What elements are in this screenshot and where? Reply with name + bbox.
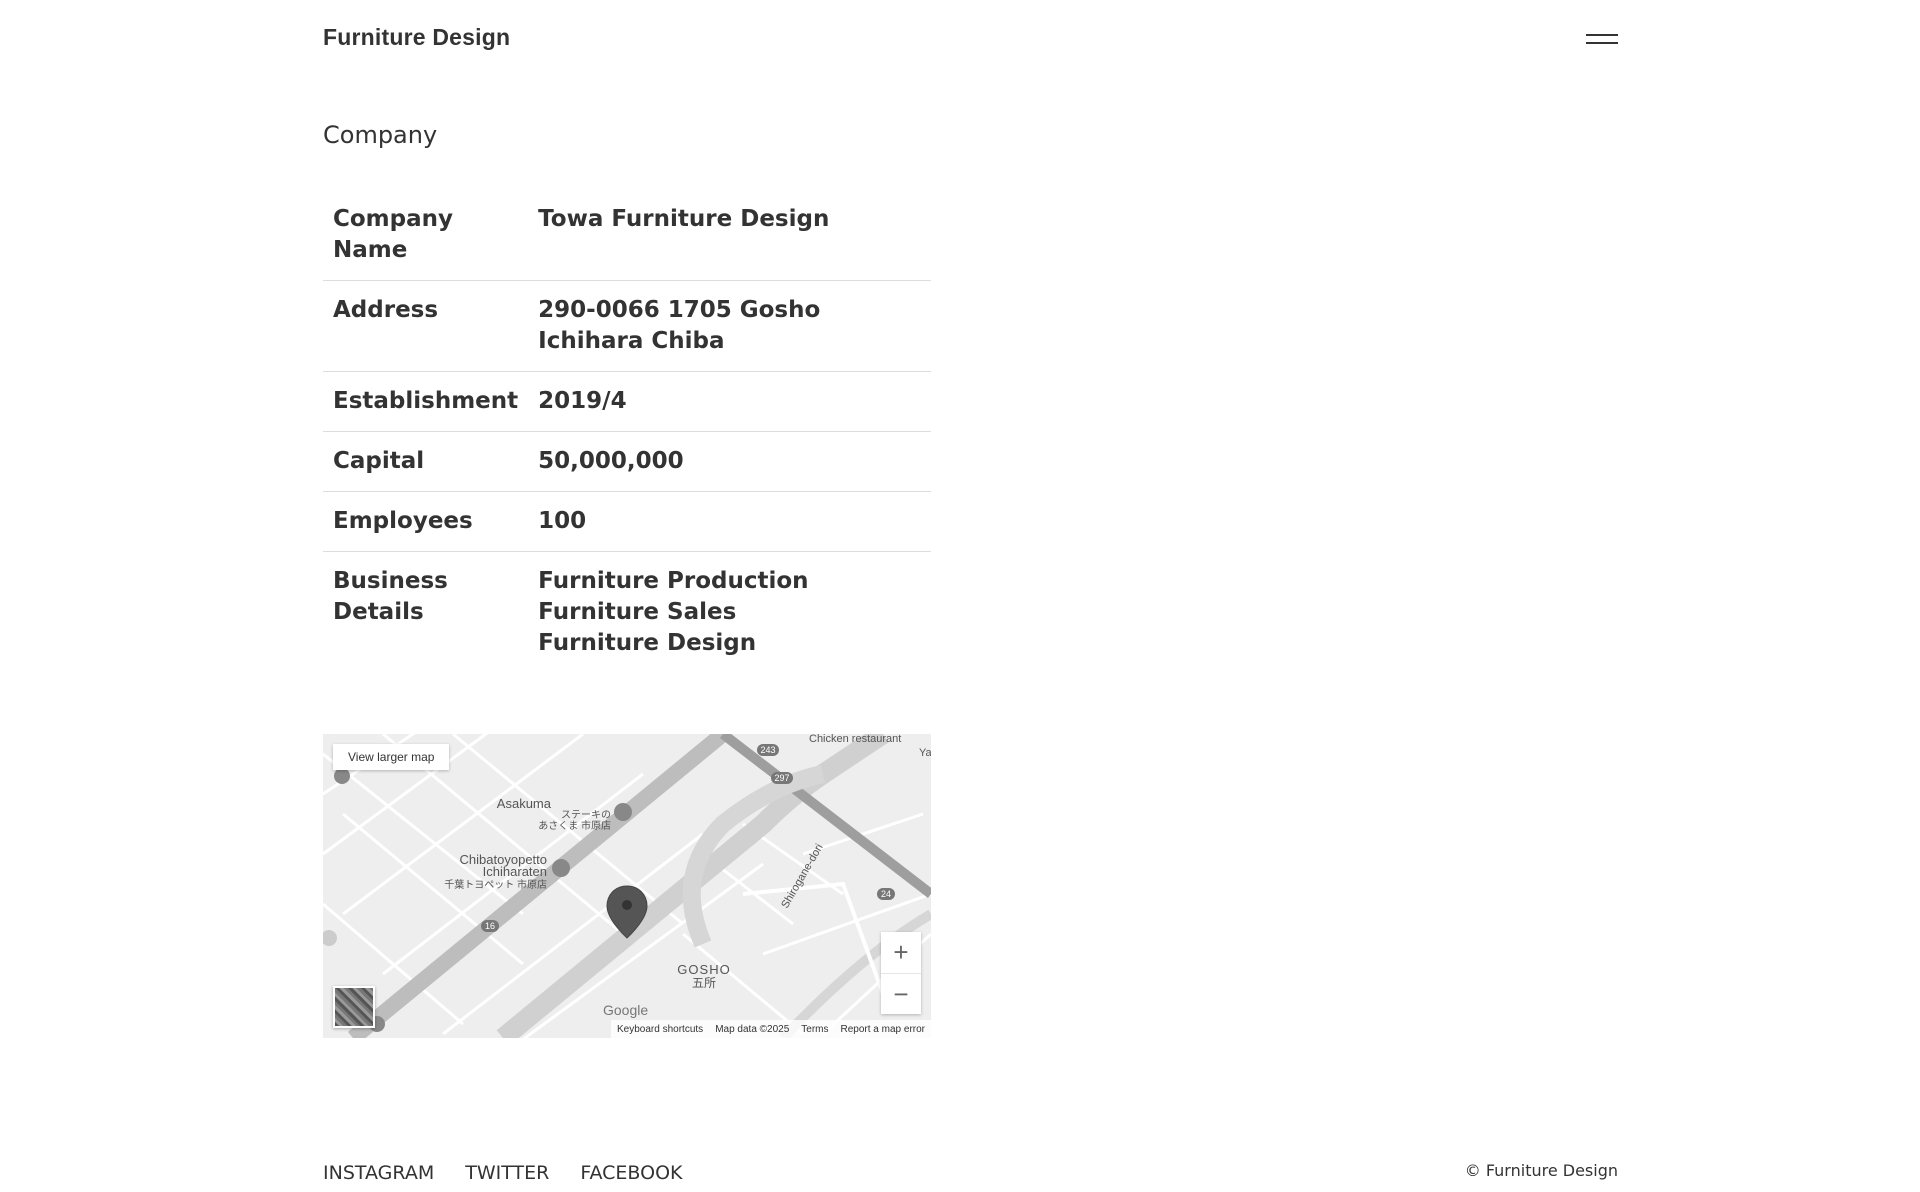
map-poi-label: Asakuma [497,796,552,811]
embedded-map[interactable]: 243 297 24 16 Chicken restaurant Ya Asak… [323,734,931,1038]
table-row: Capital 50,000,000 [323,432,931,492]
map-attribution: Keyboard shortcuts Map data ©2025 Terms … [611,1020,931,1038]
site-header: Furniture Design [0,0,1920,80]
table-row: Address 290-0066 1705 Gosho Ichihara Chi… [323,281,931,372]
map-poi-label: Ya [919,747,931,759]
facebook-link[interactable]: FACEBOOK [580,1162,682,1184]
map-poi-label: あさくま 市原店 [538,819,611,832]
view-larger-map-link[interactable]: View larger map [333,744,450,770]
row-value: 290-0066 1705 Gosho Ichihara Chiba [538,297,821,354]
hamburger-icon [1586,34,1618,36]
map-canvas[interactable]: 243 297 24 16 Chicken restaurant Ya Asak… [323,734,931,1038]
row-value: 50,000,000 [538,448,684,474]
row-label: Company Name [333,206,453,263]
route-16-label: 16 [485,921,495,931]
row-value: 2019/4 [538,388,627,414]
row-value: Towa Furniture Design [538,206,830,232]
section-title: Company [323,121,438,149]
google-logo: Google [603,1002,649,1018]
route-297-label: 297 [774,773,789,783]
zoom-in-button[interactable]: + [881,932,921,974]
zoom-control: + − [881,932,921,1014]
row-label: Capital [333,448,425,474]
business-detail: Furniture Design [538,630,757,656]
social-links: INSTAGRAM TWITTER FACEBOOK [323,1162,683,1184]
keyboard-shortcuts-link[interactable]: Keyboard shortcuts [617,1024,703,1035]
satellite-layer-toggle[interactable] [333,986,375,1028]
site-logo[interactable]: Furniture Design [323,24,510,51]
map-poi-label: Ichiharaten [483,864,547,879]
poi-marker-icon[interactable] [334,768,350,784]
hamburger-icon-line [1586,42,1618,44]
table-row: Company Name Towa Furniture Design [323,190,931,281]
row-value: 100 [538,508,587,534]
restaurant-poi-icon[interactable] [614,803,632,821]
table-row: Establishment 2019/4 [323,372,931,432]
map-poi-label: Chicken restaurant [809,734,901,745]
route-243-label: 243 [760,745,775,755]
row-label: Employees [333,508,473,534]
twitter-link[interactable]: TWITTER [465,1162,549,1184]
copyright-text: © Furniture Design [1464,1161,1618,1180]
business-detail: Furniture Production [538,568,809,594]
instagram-link[interactable]: INSTAGRAM [323,1162,434,1184]
map-area-label: 五所 [692,976,716,990]
row-value: Furniture Production Furniture Sales Fur… [528,552,931,674]
row-label: Business Details [333,568,448,625]
company-info-table: Company Name Towa Furniture Design Addre… [323,190,931,673]
row-label: Establishment [333,388,519,414]
map-data-text: Map data ©2025 [715,1023,790,1035]
shopping-poi-icon[interactable] [552,859,570,877]
row-label: Address [333,297,439,323]
terms-link[interactable]: Terms [801,1024,828,1035]
zoom-out-button[interactable]: − [881,974,921,1015]
map-area-label: GOSHO [677,962,730,977]
table-row: Business Details Furniture Production Fu… [323,552,931,674]
map-poi-label: ステーキの [561,810,611,821]
hamburger-menu-button[interactable] [1586,30,1618,48]
report-map-error-link[interactable]: Report a map error [841,1024,925,1035]
route-24-label: 24 [881,889,891,899]
business-detail: Furniture Sales [538,599,737,625]
table-row: Employees 100 [323,492,931,552]
map-poi-label: 千葉トヨペット 市原店 [444,878,547,891]
